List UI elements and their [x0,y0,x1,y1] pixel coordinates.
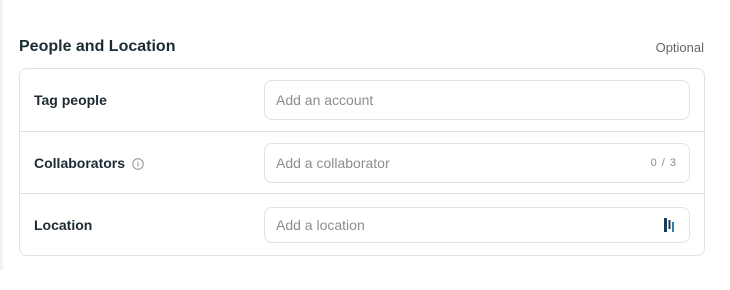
tag-people-row: Tag people [20,69,704,131]
location-field[interactable] [264,206,690,243]
tag-people-field[interactable] [264,80,690,120]
tag-people-label: Tag people [34,92,264,108]
tag-people-label-text: Tag people [34,92,107,108]
optional-label: Optional [655,39,704,55]
location-picker-icon[interactable] [663,217,677,233]
tag-people-input[interactable] [276,92,677,108]
collaborators-field[interactable]: 0 / 3 [264,142,690,183]
section-header: People and Location Optional [19,36,705,58]
location-input[interactable] [276,216,663,233]
location-label: Location [34,217,264,233]
section-title: People and Location [19,38,176,55]
collaborators-label: Collaborators [34,155,264,171]
collaborators-input[interactable] [276,154,651,171]
collaborators-row: Collaborators 0 / 3 [20,131,704,193]
people-location-card: Tag people Collaborators 0 / 3 [19,68,705,256]
left-panel-edge [0,0,3,270]
info-circle-icon[interactable] [132,157,144,170]
people-location-section: People and Location Optional Tag people … [19,36,705,256]
collaborators-counter: 0 / 3 [650,156,677,169]
location-row: Location [20,193,704,255]
location-label-text: Location [34,216,93,233]
collaborators-label-text: Collaborators [34,154,126,171]
